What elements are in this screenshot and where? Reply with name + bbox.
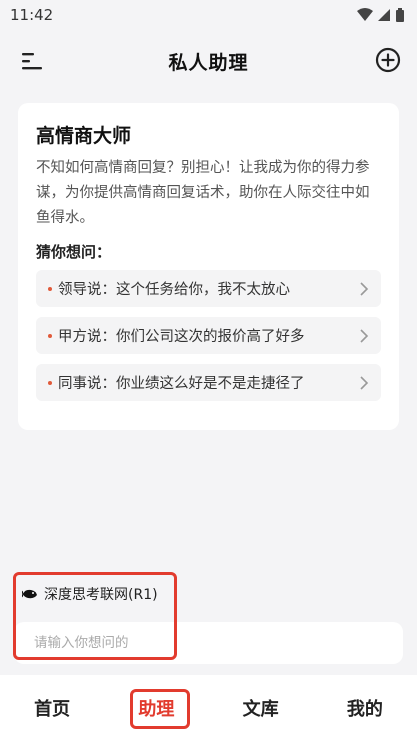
question-input[interactable]: [32, 634, 385, 652]
bottom-nav: 首页 助理 文库 我的: [0, 675, 417, 741]
bullet-dot: [48, 333, 52, 338]
deep-think-toggle[interactable]: 深度思考联网(R1): [22, 584, 158, 604]
bullet-dot: [48, 286, 52, 291]
battery-icon: [396, 7, 404, 22]
suggestion-item[interactable]: 甲方说：你们公司这次的报价高了好多: [36, 317, 381, 354]
nav-home[interactable]: 首页: [0, 695, 104, 721]
suggestion-text: 领导说：这个任务给你，我不太放心: [58, 282, 290, 298]
signal-icon: [378, 9, 390, 21]
suggestion-text: 甲方说：你们公司这次的报价高了好多: [58, 329, 305, 345]
whale-icon: [22, 589, 37, 599]
page-title: 私人助理: [168, 51, 249, 74]
nav-mine[interactable]: 我的: [313, 695, 417, 721]
status-time: 11:42: [10, 6, 54, 24]
menu-icon[interactable]: [20, 50, 44, 72]
chevron-right-icon: [360, 328, 369, 343]
nav-library[interactable]: 文库: [209, 695, 313, 721]
question-input-box[interactable]: [14, 622, 403, 664]
assistant-card: 高情商大师 不知如何高情商回复？别担心！让我成为你的得力参谋，为你提供高情商回复…: [18, 103, 399, 430]
suggestion-item[interactable]: 同事说：你业绩这么好是不是走捷径了: [36, 364, 381, 401]
status-bar: 11:42: [0, 0, 417, 30]
status-icons: [357, 7, 405, 23]
assistant-title: 高情商大师: [36, 125, 132, 147]
deep-think-label: 深度思考联网(R1): [44, 587, 158, 603]
chevron-right-icon: [360, 281, 369, 296]
chevron-right-icon: [360, 375, 369, 390]
input-area: 深度思考联网(R1): [14, 572, 403, 667]
add-icon[interactable]: [375, 47, 401, 73]
nav-assistant[interactable]: 助理: [104, 695, 208, 721]
suggestion-item[interactable]: 领导说：这个任务给你，我不太放心: [36, 270, 381, 307]
suggestion-text: 同事说：你业绩这么好是不是走捷径了: [58, 376, 305, 392]
app-header: 私人助理: [0, 40, 417, 82]
guess-label: 猜你想问：: [36, 243, 112, 261]
wifi-icon: [357, 8, 373, 21]
assistant-description: 不知如何高情商回复？别担心！让我成为你的得力参谋，为你提供高情商回复话术，助你在…: [36, 160, 370, 226]
bullet-dot: [48, 380, 52, 385]
